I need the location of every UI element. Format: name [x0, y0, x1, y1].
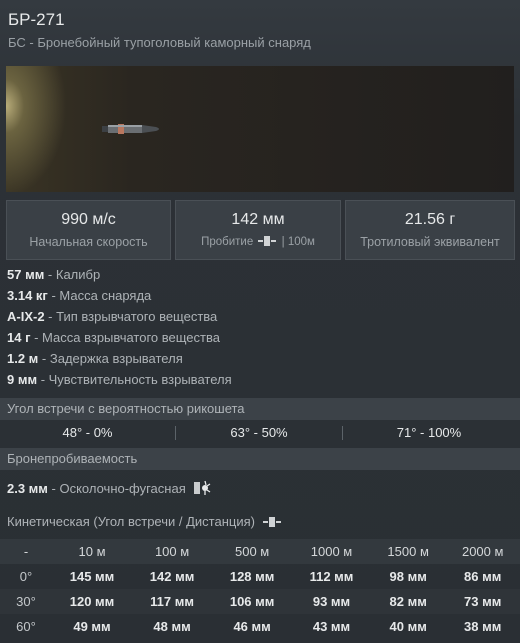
- muzzle-velocity-label: Начальная скорость: [29, 235, 148, 249]
- kinetic-penetration-title: Кинетическая (Угол встречи / Дистанция): [7, 514, 281, 529]
- list-item: 3.14 кг - Масса снаряда: [7, 288, 152, 303]
- table-row: 60° 49 мм 48 мм 46 мм 43 мм 40 мм 38 мм: [16, 619, 502, 634]
- he-penetration-value: 2.3 мм: [7, 481, 48, 496]
- tnt-equivalent-value: 21.56 г: [404, 211, 456, 228]
- ricochet-section-header: Угол встречи с вероятностью рикошета: [0, 398, 520, 420]
- list-item: 57 мм - Калибр: [7, 267, 101, 282]
- shell-properties-list: 57 мм - Калибр 3.14 кг - Масса снаряда A…: [7, 264, 232, 390]
- shell-info-panel: БР-271 БС - Бронебойный тупоголовый камо…: [0, 0, 520, 643]
- penetration-table: - 10 м 100 м 500 м 1000 м 1500 м 2000 м …: [0, 539, 520, 639]
- list-item: 14 г - Масса взрывчатого вещества: [7, 330, 220, 345]
- he-penetration-line: 2.3 мм - Осколочно-фугасная: [7, 480, 211, 496]
- explosion-icon: [194, 480, 211, 495]
- penetration-label: Пробитие | 100м: [176, 235, 340, 248]
- armor-target-icon: [262, 517, 281, 527]
- stat-muzzle-velocity: 990 м/с Начальная скорость: [6, 200, 171, 260]
- muzzle-velocity-value: 990 м/с: [61, 211, 116, 228]
- table-row: 0° 145 мм 142 мм 128 мм 112 мм 98 мм 86 …: [19, 569, 502, 584]
- penetration-label-prefix: Пробитие: [201, 236, 254, 248]
- list-item: A-IX-2 - Тип взрывчатого вещества: [7, 309, 218, 324]
- stat-penetration: 142 мм Пробитие | 100м: [175, 200, 341, 260]
- table-header-row: - 10 м 100 м 500 м 1000 м 1500 м 2000 м: [0, 539, 520, 564]
- penetration-value: 142 мм: [231, 211, 285, 228]
- ricochet-value: 71° - 100%: [396, 425, 462, 440]
- shell-title: БР-271: [8, 10, 65, 29]
- shell-subtitle: БС - Бронебойный тупоголовый каморный сн…: [8, 35, 311, 50]
- shell-preview-image: [6, 66, 514, 192]
- projectile-icon: [102, 124, 159, 134]
- table-row: 30° 120 мм 117 мм 106 мм 93 мм 82 мм 73 …: [0, 589, 520, 614]
- ricochet-value: 63° - 50%: [230, 425, 288, 440]
- list-item: 9 мм - Чувствительность взрывателя: [7, 372, 232, 387]
- tnt-equivalent-label: Тротиловый эквивалент: [360, 235, 500, 249]
- armor-target-icon: [258, 236, 277, 246]
- penetration-section-header: Бронепробиваемость: [0, 448, 520, 470]
- stat-tnt-equivalent: 21.56 г Тротиловый эквивалент: [345, 200, 515, 260]
- list-item: 1.2 м - Задержка взрывателя: [7, 351, 183, 366]
- ricochet-value: 48° - 0%: [62, 425, 113, 440]
- penetration-label-distance: | 100м: [281, 236, 315, 248]
- he-penetration-label: - Осколочно-фугасная: [47, 481, 186, 496]
